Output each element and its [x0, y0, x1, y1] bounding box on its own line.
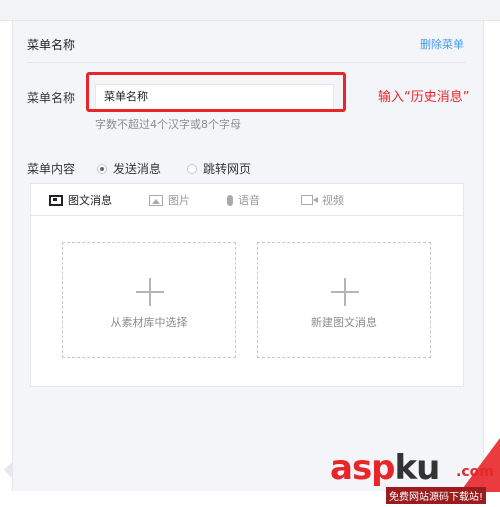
select-from-library-card[interactable]: 从素材库中选择 [62, 242, 236, 358]
tab-video[interactable]: 视频 [301, 192, 344, 208]
tab-label: 语音 [238, 194, 260, 207]
menu-name-input[interactable]: 菜单名称 [95, 84, 334, 110]
radio-label-send-message[interactable]: 发送消息 [113, 160, 161, 177]
tab-label: 图文消息 [68, 194, 112, 207]
video-icon [301, 195, 318, 205]
message-editor: 图文消息 图片 语音 视频 从素材库中选择 新建图文消息 [30, 183, 464, 387]
tab-label: 图片 [168, 194, 190, 207]
tab-voice[interactable]: 语音 [227, 192, 260, 208]
plus-icon [136, 278, 164, 306]
menu-name-label: 菜单名称 [27, 91, 76, 105]
watermark-tagline: 免费网站源码下载站! [386, 487, 487, 504]
menu-content-label: 菜单内容 [27, 162, 76, 176]
create-news-card[interactable]: 新建图文消息 [257, 242, 431, 358]
top-bar [0, 0, 500, 21]
plus-icon [331, 278, 359, 306]
watermark-tld: .com [456, 464, 494, 480]
card-label: 从素材库中选择 [110, 316, 188, 329]
image-icon [149, 194, 163, 206]
news-icon [49, 194, 63, 206]
annotation-text: 输入“历史消息” [378, 90, 470, 105]
voice-icon [227, 194, 233, 206]
section-title: 菜单名称 [27, 38, 76, 52]
watermark-brand-left: asp [330, 448, 396, 488]
delete-menu-link[interactable]: 删除菜单 [420, 36, 464, 52]
tab-image[interactable]: 图片 [149, 192, 190, 208]
message-type-tabs: 图文消息 图片 语音 视频 [31, 184, 463, 216]
radio-jump-page[interactable] [187, 163, 198, 174]
tab-news[interactable]: 图文消息 [49, 192, 112, 208]
divider [27, 62, 466, 63]
left-arrow-icon [4, 462, 12, 478]
tab-label: 视频 [322, 194, 344, 207]
radio-label-jump-page[interactable]: 跳转网页 [203, 160, 251, 177]
card-label: 新建图文消息 [311, 316, 377, 329]
watermark: aspku .com 免费网站源码下载站! [330, 438, 500, 507]
radio-send-message[interactable] [97, 163, 107, 174]
name-hint: 字数不超过4个汉字或8个字母 [95, 118, 241, 131]
radio-selected-dot [100, 166, 104, 171]
watermark-brand-right: ku [394, 448, 441, 488]
watermark-brand: aspku [330, 448, 441, 488]
content-type-radio-group: 发送消息 跳转网页 [97, 160, 251, 177]
